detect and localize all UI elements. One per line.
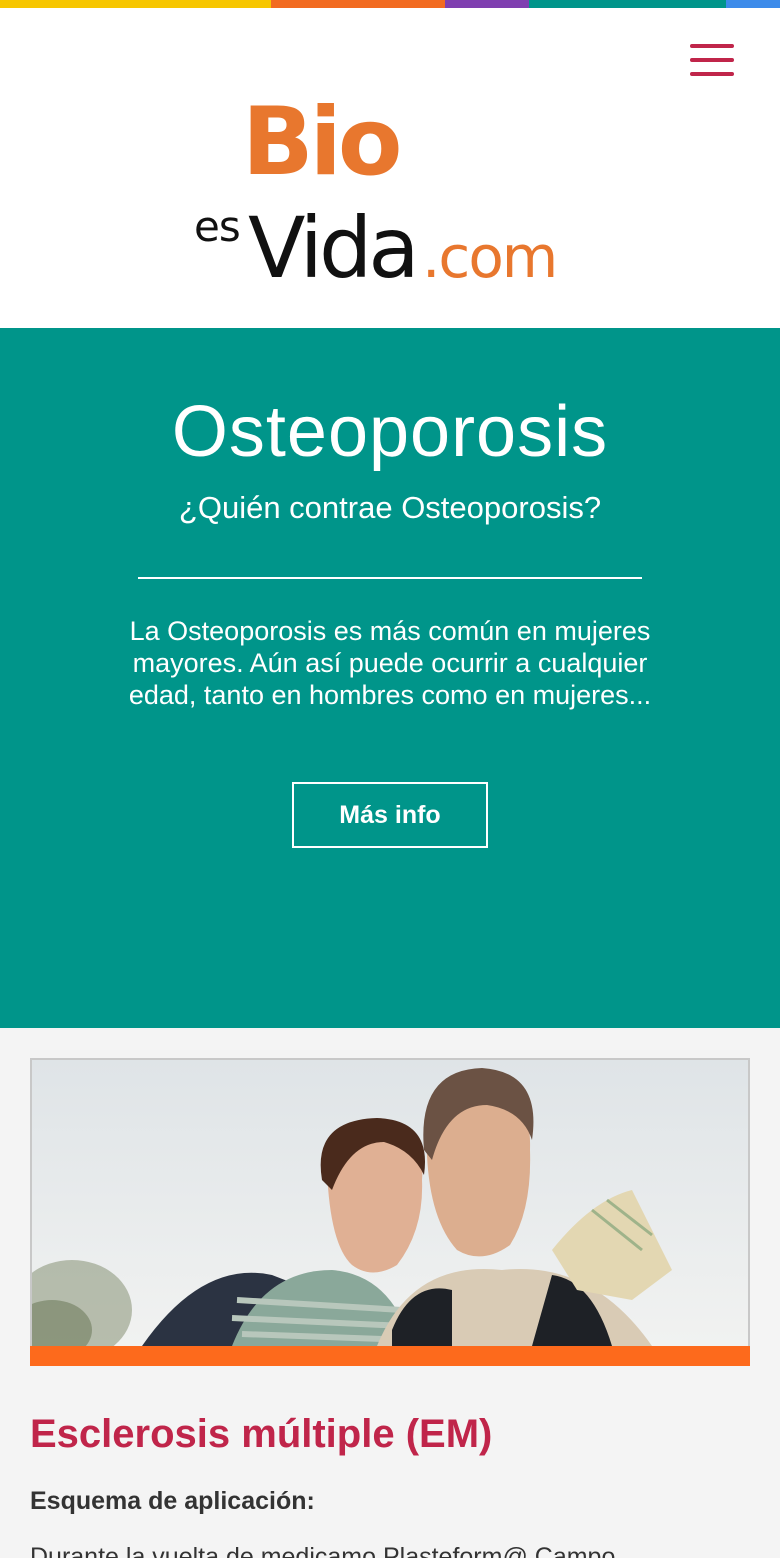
stripe-blue xyxy=(726,0,780,8)
stripe-yellow xyxy=(0,0,271,8)
hero-subtitle: ¿Quién contrae Osteoporosis? xyxy=(178,490,602,525)
hero-title: Osteoporosis xyxy=(171,392,609,472)
article-title[interactable]: Esclerosis múltiple (EM) xyxy=(30,1408,750,1460)
article-card[interactable] xyxy=(30,1058,750,1366)
site-header: Bio es Vida .com xyxy=(0,8,780,328)
hero-divider xyxy=(138,577,642,579)
logo-vida: Vida xyxy=(248,199,420,297)
card-accent-bar xyxy=(30,1346,750,1366)
menu-bar xyxy=(690,72,734,76)
article-subtitle: Esquema de aplicación: xyxy=(30,1487,315,1515)
stripe-teal xyxy=(529,0,726,8)
logo-dotcom: .com xyxy=(422,223,558,291)
article-body: Durante la vuelta de medicamo Plasteform… xyxy=(30,1543,637,1558)
site-logo[interactable]: Bio es Vida .com xyxy=(190,88,600,291)
menu-bar xyxy=(690,58,734,62)
stripe-purple xyxy=(445,0,529,8)
photo-illustration xyxy=(32,1060,748,1346)
more-info-button[interactable]: Más info xyxy=(292,782,488,848)
stripe-orange xyxy=(271,0,445,8)
hero-banner: Osteoporosis ¿Quién contrae Osteoporosis… xyxy=(0,328,780,1028)
menu-bar xyxy=(690,44,734,48)
hero-description: La Osteoporosis es más común en mujeres … xyxy=(128,616,652,710)
top-color-stripe xyxy=(0,0,780,8)
hamburger-menu-icon[interactable] xyxy=(686,44,738,86)
logo-bio: Bio xyxy=(242,88,402,197)
logo-es: es xyxy=(194,202,241,251)
couple-hiking-photo[interactable] xyxy=(30,1058,750,1348)
